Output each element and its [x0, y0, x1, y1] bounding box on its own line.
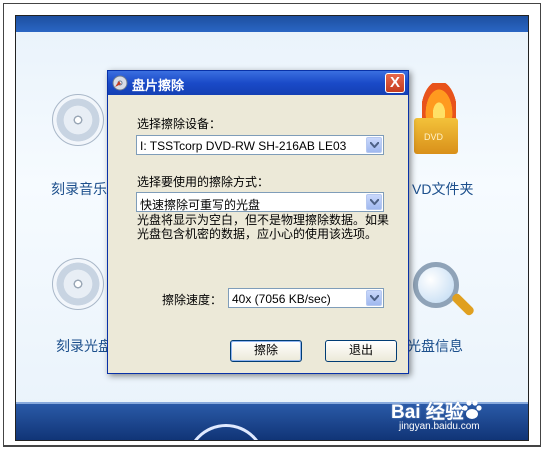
- flame-icon: [422, 83, 456, 121]
- erase-note: 光盘将显示为空白，但不是物理擦除数据。如果光盘包含机密的数据，应小心的使用该选项…: [137, 213, 390, 241]
- tile-label-info[interactable]: 光盘信息: [407, 336, 463, 356]
- disc-icon[interactable]: [52, 258, 104, 310]
- app-titlebar: [16, 16, 528, 32]
- device-select-value: I: TSSTcorp DVD-RW SH-216AB LE03: [140, 139, 347, 153]
- speed-label: 擦除速度：: [162, 293, 223, 307]
- dialog-title: 盘片擦除: [132, 78, 185, 93]
- exit-button[interactable]: 退出: [325, 340, 397, 362]
- paw-icon: [462, 400, 482, 419]
- dropdown-arrow-icon[interactable]: [366, 137, 382, 153]
- baidu-watermark: Bai 经验 jingyan.baidu.com: [389, 395, 529, 439]
- method-label: 选择要使用的擦除方式：: [137, 175, 270, 189]
- tile-label-burn[interactable]: 刻录光盘: [56, 336, 112, 356]
- device-select[interactable]: I: TSSTcorp DVD-RW SH-216AB LE03: [136, 135, 384, 155]
- erase-button[interactable]: 擦除: [230, 340, 302, 362]
- footer-arc: [186, 424, 266, 440]
- disc-icon: [112, 75, 128, 91]
- method-select[interactable]: 快速擦除可重写的光盘: [136, 192, 384, 212]
- watermark-url: jingyan.baidu.com: [399, 421, 480, 432]
- watermark-brand: Bai 经验: [391, 402, 464, 423]
- tile-label-folder[interactable]: VD文件夹: [412, 179, 473, 199]
- dialog-body: 选择擦除设备： I: TSSTcorp DVD-RW SH-216AB LE03…: [108, 95, 408, 375]
- method-select-value: 快速擦除可重写的光盘: [140, 198, 261, 212]
- erase-disc-dialog: 盘片擦除 X 选择擦除设备： I: TSSTcorp DVD-RW SH-216…: [107, 70, 409, 374]
- device-label: 选择擦除设备：: [137, 117, 222, 131]
- folder-tag: DVD: [424, 132, 444, 142]
- close-icon: X: [389, 74, 400, 91]
- speed-select-value: 40x (7056 KB/sec): [232, 292, 331, 306]
- close-button[interactable]: X: [385, 73, 405, 93]
- dropdown-arrow-icon[interactable]: [366, 194, 382, 210]
- dialog-titlebar[interactable]: 盘片擦除 X: [108, 71, 408, 95]
- speed-select[interactable]: 40x (7056 KB/sec): [228, 288, 384, 308]
- folder-icon[interactable]: DVD: [414, 118, 458, 154]
- disc-icon[interactable]: [52, 94, 104, 146]
- dropdown-arrow-icon[interactable]: [366, 290, 382, 306]
- tile-label-music[interactable]: 刻录音乐: [51, 179, 107, 199]
- magnifier-icon[interactable]: [413, 262, 459, 308]
- magnifier-handle: [450, 292, 476, 317]
